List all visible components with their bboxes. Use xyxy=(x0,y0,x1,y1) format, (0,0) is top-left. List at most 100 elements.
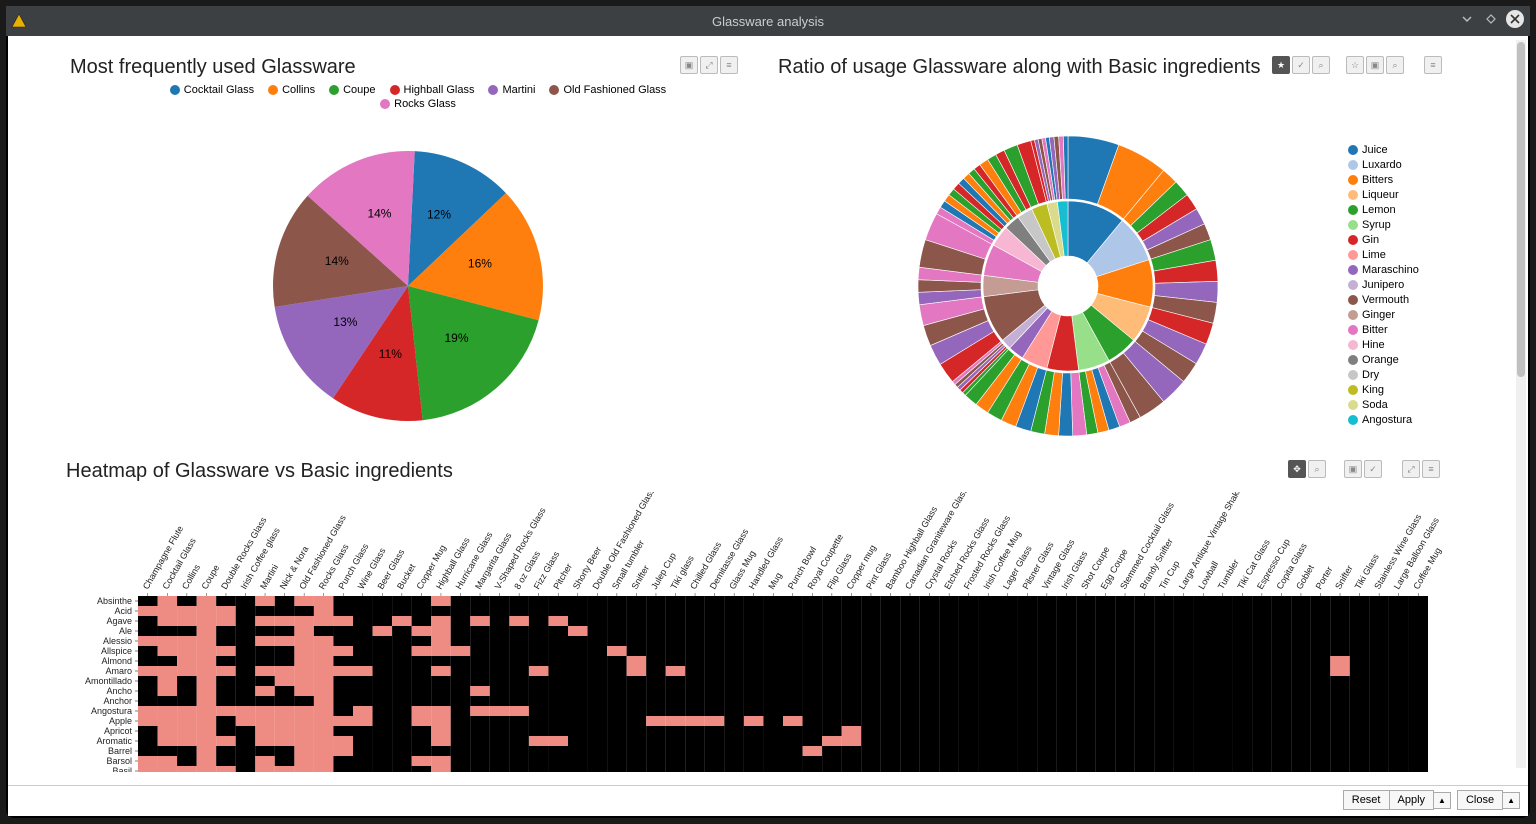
panel2-tool-star-icon[interactable]: ★ xyxy=(1272,56,1290,74)
legend-swatch xyxy=(549,85,559,95)
legend-item[interactable]: Syrup xyxy=(1348,219,1419,231)
legend-item[interactable]: Hine xyxy=(1348,339,1419,351)
svg-text:Snifter: Snifter xyxy=(1333,563,1355,591)
legend-label: Orange xyxy=(1362,354,1399,366)
panel3-tool-expand-icon[interactable]: ⤢ xyxy=(1402,460,1420,478)
legend-swatch xyxy=(1348,280,1358,290)
close-window-button[interactable] xyxy=(1506,10,1524,28)
svg-text:Mug: Mug xyxy=(766,571,783,591)
panel1-legend: Cocktail Glass Collins Coupe Highball Glass… xyxy=(158,84,678,110)
legend-swatch xyxy=(1348,295,1358,305)
legend-item[interactable]: Bitter xyxy=(1348,324,1419,336)
legend-swatch xyxy=(1348,265,1358,275)
close-label: Close xyxy=(1466,794,1494,806)
svg-text:Angostura: Angostura xyxy=(91,706,132,716)
legend-item[interactable]: Liqueur xyxy=(1348,189,1419,201)
panel2-tool-search2-icon[interactable]: ⌕ xyxy=(1386,56,1404,74)
svg-text:Aromatic: Aromatic xyxy=(96,736,132,746)
legend-swatch xyxy=(1348,370,1358,380)
legend-item[interactable]: Lemon xyxy=(1348,204,1419,216)
maximize-button[interactable] xyxy=(1482,10,1500,28)
panel3-tool-list-icon[interactable]: ≡ xyxy=(1422,460,1440,478)
panel2-tool-star2-icon[interactable]: ☆ xyxy=(1346,56,1364,74)
legend-item[interactable]: Gin xyxy=(1348,234,1419,246)
legend-item[interactable]: Collins xyxy=(268,84,315,96)
panel3-tool-move-icon[interactable]: ✥ xyxy=(1288,460,1306,478)
legend-item[interactable]: Lime xyxy=(1348,249,1419,261)
legend-item[interactable]: Highball Glass xyxy=(390,84,475,96)
panel1-tool-square-icon[interactable]: ▣ xyxy=(680,56,698,74)
legend-label: Luxardo xyxy=(1362,159,1402,171)
legend-label: Hine xyxy=(1362,339,1385,351)
vertical-scrollbar[interactable] xyxy=(1516,40,1526,768)
legend-item[interactable]: Angostura xyxy=(1348,414,1419,426)
svg-text:11%: 11% xyxy=(379,347,402,361)
panel3-tool-check-icon[interactable]: ✓ xyxy=(1364,460,1382,478)
panel2-title: Ratio of usage Glassware along with Basi… xyxy=(778,56,1260,79)
panel3-tool-square-icon[interactable]: ▣ xyxy=(1344,460,1362,478)
panel2-tool-square-icon[interactable]: ▣ xyxy=(1366,56,1384,74)
window-title: Glassware analysis xyxy=(6,14,1530,29)
svg-text:Absinthe: Absinthe xyxy=(97,596,132,606)
legend-label: Soda xyxy=(1362,399,1388,411)
legend-label: Cocktail Glass xyxy=(184,84,254,96)
reset-label: Reset xyxy=(1352,794,1381,806)
panel2-tool-list-icon[interactable]: ≡ xyxy=(1424,56,1442,74)
legend-item[interactable]: Maraschino xyxy=(1348,264,1419,276)
svg-text:Alessio: Alessio xyxy=(103,636,132,646)
minimize-button[interactable] xyxy=(1458,10,1476,28)
svg-text:Allspice: Allspice xyxy=(101,646,132,656)
svg-text:Apricot: Apricot xyxy=(104,726,133,736)
legend-item[interactable]: Ginger xyxy=(1348,309,1419,321)
legend-item[interactable]: Rocks Glass xyxy=(380,98,456,110)
panel3-tool-search-icon[interactable]: ⌕ xyxy=(1308,460,1326,478)
legend-swatch xyxy=(380,99,390,109)
legend-label: Maraschino xyxy=(1362,264,1419,276)
legend-item[interactable]: Coupe xyxy=(329,84,375,96)
legend-item[interactable]: Orange xyxy=(1348,354,1419,366)
legend-label: Vermouth xyxy=(1362,294,1409,306)
close-button[interactable]: Close xyxy=(1457,790,1503,810)
panel1-tool-expand-icon[interactable]: ⤢ xyxy=(700,56,718,74)
panel1-title: Most frequently used Glassware xyxy=(70,56,356,79)
legend-item[interactable]: Juice xyxy=(1348,144,1419,156)
legend-item[interactable]: Cocktail Glass xyxy=(170,84,254,96)
legend-item[interactable]: Vermouth xyxy=(1348,294,1419,306)
svg-text:Barsol: Barsol xyxy=(106,756,132,766)
legend-item[interactable]: Bitters xyxy=(1348,174,1419,186)
panel3-heatmap: Champagne FluteCocktail GlassCollinsCoup… xyxy=(48,492,1468,772)
apply-menu-button[interactable]: ▲ xyxy=(1434,792,1451,809)
scrollbar-thumb[interactable] xyxy=(1517,42,1525,377)
panel1-tool-list-icon[interactable]: ≡ xyxy=(720,56,738,74)
legend-swatch xyxy=(329,85,339,95)
svg-text:Coupe: Coupe xyxy=(199,563,221,591)
legend-swatch xyxy=(1348,355,1358,365)
legend-item[interactable]: Junipero xyxy=(1348,279,1419,291)
legend-item[interactable]: Luxardo xyxy=(1348,159,1419,171)
panel2-tool-search-icon[interactable]: ⌕ xyxy=(1312,56,1330,74)
reset-button[interactable]: Reset xyxy=(1343,790,1390,810)
legend-swatch xyxy=(170,85,180,95)
svg-text:Apple: Apple xyxy=(109,716,132,726)
legend-item[interactable]: King xyxy=(1348,384,1419,396)
svg-text:Almond: Almond xyxy=(101,656,132,666)
panel2-tool-check-icon[interactable]: ✓ xyxy=(1292,56,1310,74)
svg-text:12%: 12% xyxy=(427,208,451,222)
svg-text:Amontillado: Amontillado xyxy=(85,676,132,686)
svg-text:Snifter: Snifter xyxy=(629,563,651,591)
legend-swatch xyxy=(1348,325,1358,335)
apply-button[interactable]: Apply xyxy=(1390,790,1435,810)
legend-item[interactable]: Martini xyxy=(488,84,535,96)
legend-item[interactable]: Soda xyxy=(1348,399,1419,411)
legend-label: Angostura xyxy=(1362,414,1412,426)
svg-text:Porter: Porter xyxy=(1314,565,1335,591)
close-menu-button[interactable]: ▲ xyxy=(1503,792,1520,809)
legend-swatch xyxy=(1348,160,1358,170)
legend-swatch xyxy=(1348,340,1358,350)
legend-item[interactable]: Old Fashioned Glass xyxy=(549,84,666,96)
legend-item[interactable]: Dry xyxy=(1348,369,1419,381)
svg-text:14%: 14% xyxy=(325,254,349,268)
legend-label: Junipero xyxy=(1362,279,1404,291)
panel3-title: Heatmap of Glassware vs Basic ingredient… xyxy=(66,460,453,483)
legend-label: Bitters xyxy=(1362,174,1393,186)
